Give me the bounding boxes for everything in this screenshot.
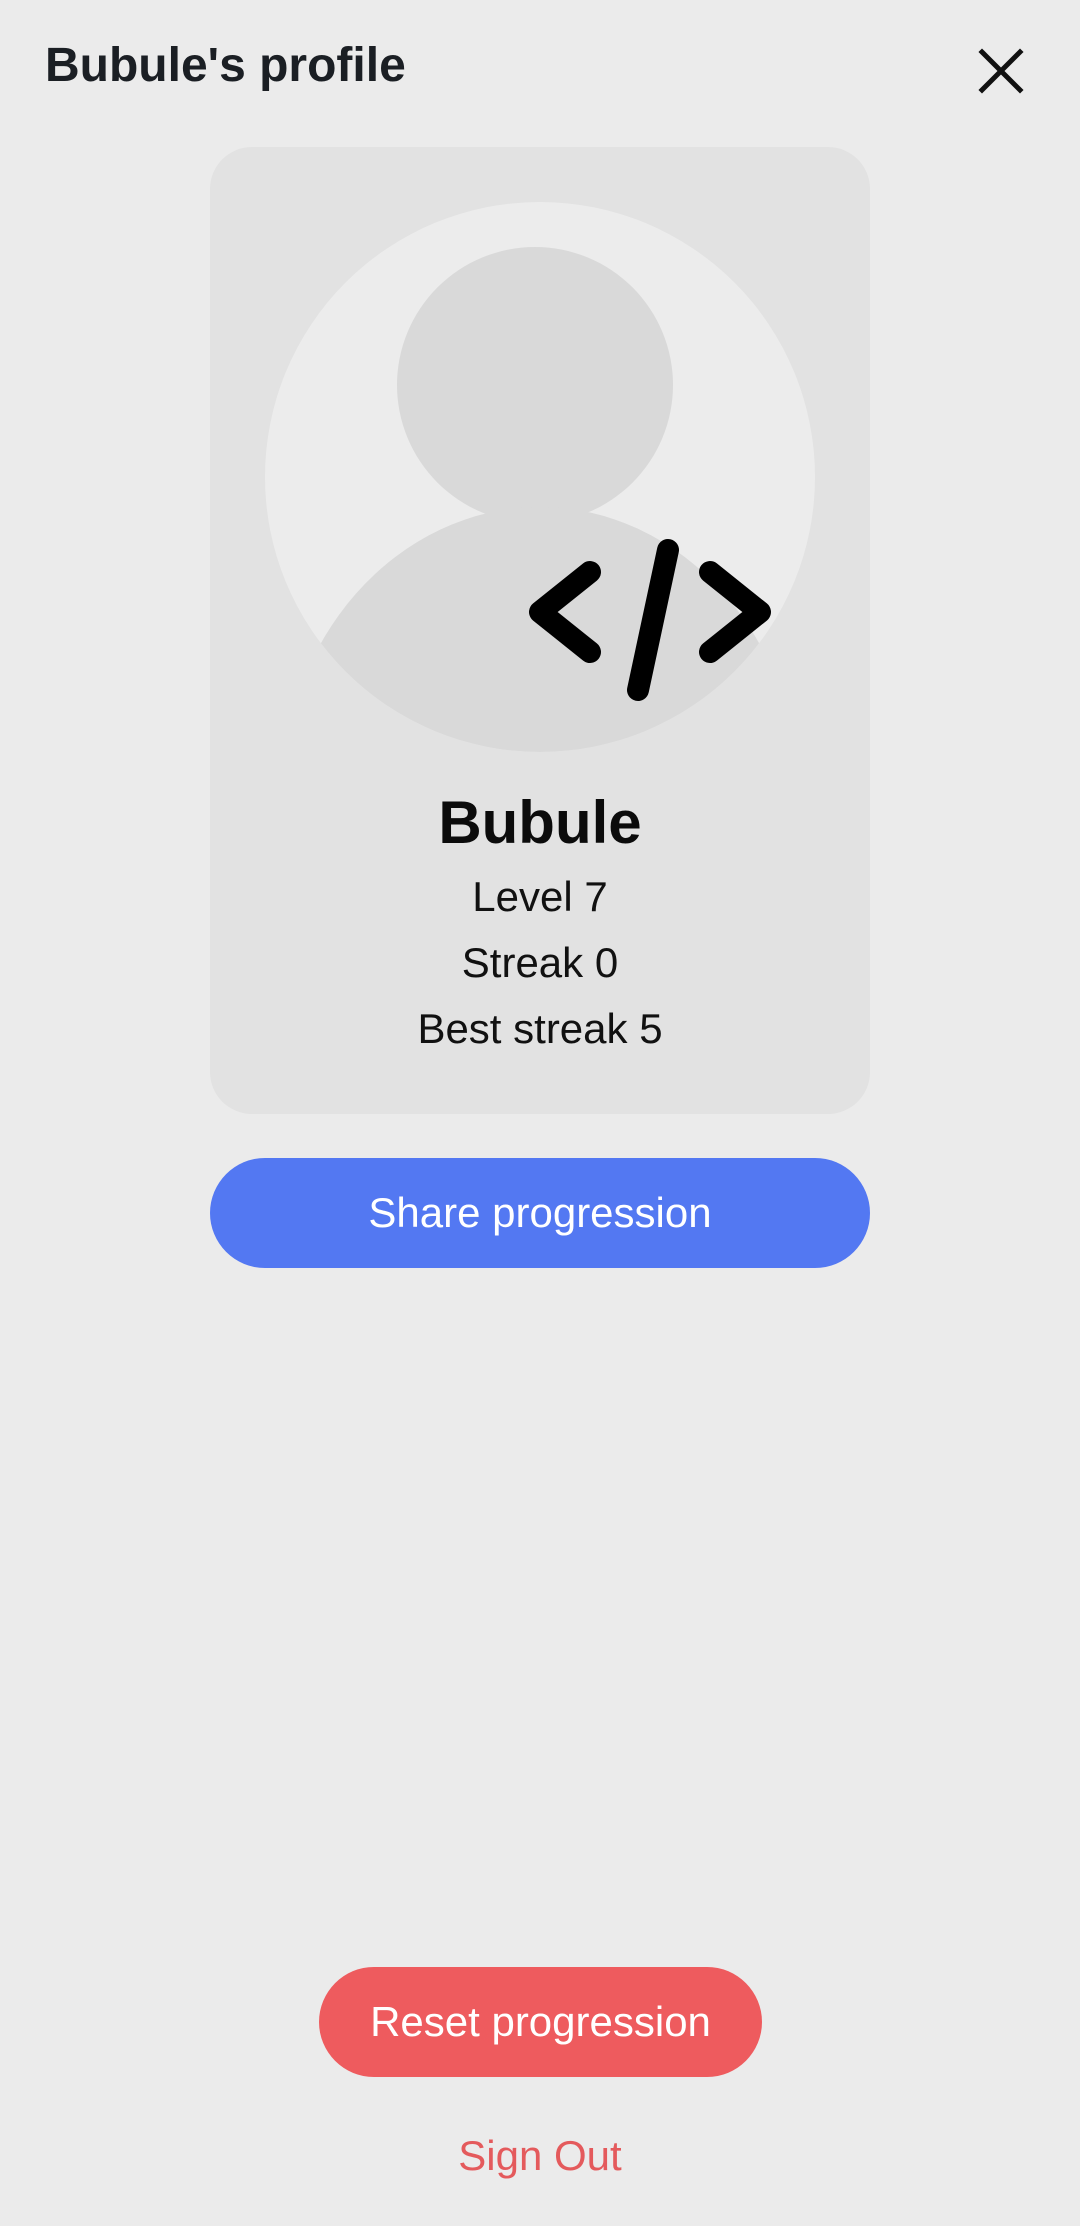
level-stat: Level 7 (472, 873, 608, 920)
share-progression-button[interactable]: Share progression (210, 1158, 870, 1268)
share-progression-label: Share progression (368, 1189, 712, 1236)
page-title: Bubule's profile (45, 39, 406, 92)
close-icon (978, 48, 1024, 94)
sign-out-link[interactable]: Sign Out (0, 2130, 1080, 2182)
profile-card: Bubule Level 7 Streak 0 Best streak 5 (210, 147, 870, 1114)
close-button[interactable] (968, 38, 1034, 104)
code-brackets-icon (529, 539, 771, 701)
reset-progression-button[interactable]: Reset progression (319, 1967, 762, 2077)
streak-stat: Streak 0 (461, 939, 619, 986)
reset-progression-label: Reset progression (370, 1998, 711, 2045)
best-streak-stat: Best streak 5 (417, 1005, 663, 1052)
user-name: Bubule (438, 789, 642, 856)
